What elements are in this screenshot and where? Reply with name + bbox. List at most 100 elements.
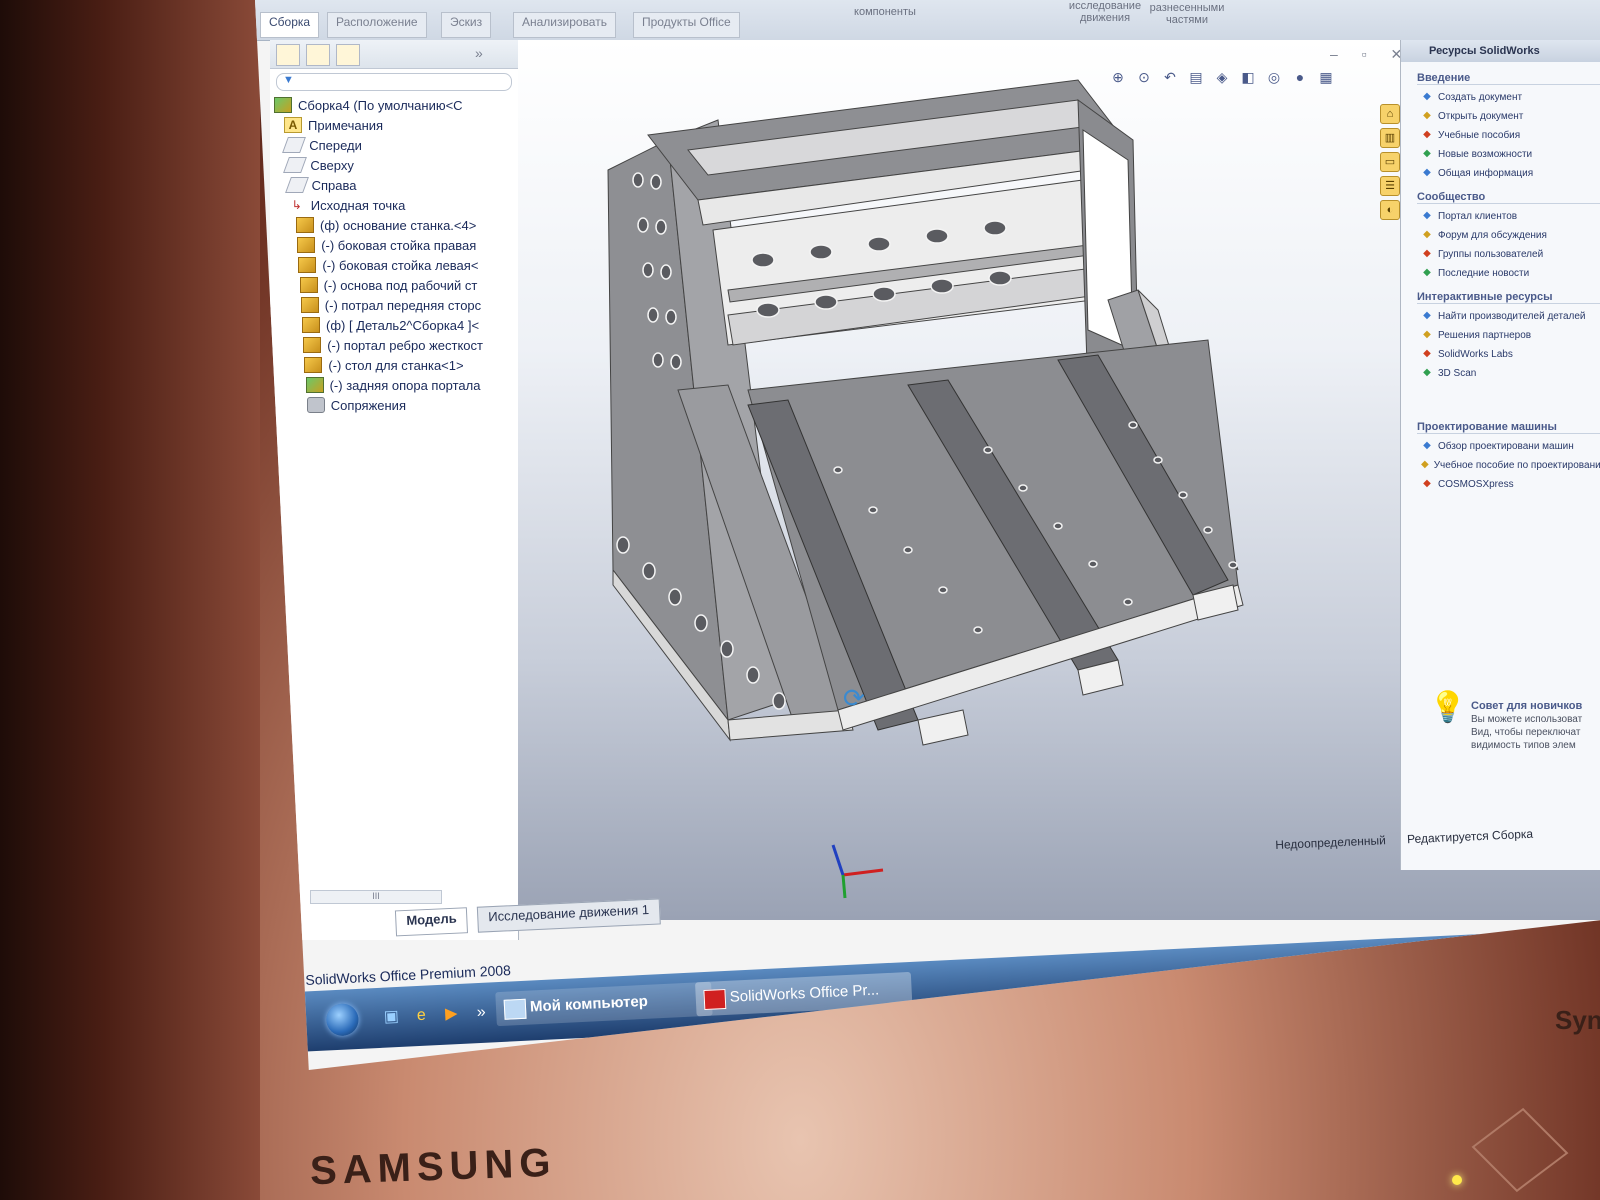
task-pane-link-label: Создать документ (1438, 91, 1523, 103)
bolt-hole (809, 244, 833, 260)
tree-item[interactable]: Спереди (270, 135, 518, 155)
task-pane-link[interactable]: ◆ 3D Scan (1421, 365, 1600, 381)
task-pane-link[interactable]: ◆ Создать документ (1421, 89, 1600, 105)
task-pane-link[interactable]: ◆ Учебное пособие по проектированию ма (1421, 457, 1600, 473)
plane-icon (284, 177, 309, 193)
bolt-hole (650, 174, 662, 190)
tree-item-label: (-) боковая стойка левая< (322, 257, 479, 273)
bolt-hole (756, 302, 780, 318)
home-icon[interactable]: ⌂ (1380, 104, 1400, 124)
tab-model[interactable]: Модель (394, 907, 469, 937)
labs-icon: ◆ (1423, 348, 1431, 359)
tree-horizontal-scrollbar[interactable]: III (310, 890, 442, 904)
appearances-icon[interactable]: ◐ (1380, 200, 1400, 220)
task-pane-link[interactable]: ◆ Обзор проектировани машин (1421, 438, 1600, 454)
bolt-hole (1088, 560, 1098, 568)
triad-axes-icon (831, 844, 884, 899)
tab-office-products[interactable]: Продукты Office (633, 12, 740, 38)
task-pane-link[interactable]: ◆ COSMOSXpress (1421, 476, 1600, 492)
task-pane-section-title[interactable]: Введение (1417, 72, 1600, 85)
bolt-hole (637, 217, 649, 233)
tree-filter-input[interactable]: ▼ (276, 73, 512, 91)
rotate-view-icon[interactable]: ⟳ (843, 683, 865, 714)
task-pane-section-title[interactable]: Интерактивные ресурсы (1417, 291, 1600, 304)
search-icon: ◆ (1423, 310, 1431, 321)
tip-text: Вы можете использоват Вид, чтобы переклю… (1471, 714, 1583, 751)
tutorial-icon: ◆ (1423, 129, 1431, 140)
bolt-hole (642, 562, 656, 580)
tree-root-assembly[interactable]: Сборка4 (По умолчанию<С (270, 95, 518, 115)
tree-item[interactable]: (-) задняя опора портала (270, 375, 518, 395)
tab-evaluate[interactable]: Анализировать (513, 12, 616, 38)
tree-item-label: (-) основа под рабочий ст (323, 277, 478, 293)
tree-item[interactable]: (-) боковая стойка правая (270, 235, 518, 255)
tree-item-label: (-) боковая стойка правая (321, 237, 477, 253)
tree-item-label: (-) стол для станка<1> (328, 357, 464, 373)
task-pane-link[interactable]: ◆ Портал клиентов (1421, 208, 1600, 224)
tree-item[interactable]: Справа (270, 175, 518, 195)
tree-item[interactable]: Сверху (270, 155, 518, 175)
folder-icon: ◆ (1423, 110, 1431, 121)
plane-icon (282, 137, 307, 153)
tree-item[interactable]: (ф) [ Деталь2^Сборка4 ]< (270, 315, 518, 335)
tree-item[interactable]: (ф) основание станка.<4> (270, 215, 518, 235)
task-pane-link[interactable]: ◆ Форум для обсуждения (1421, 227, 1600, 243)
rail-end-1 (917, 709, 969, 746)
task-pane-link[interactable]: ◆ Открыть документ (1421, 108, 1600, 124)
tab-sketch[interactable]: Эскиз (441, 12, 492, 38)
tree-item[interactable]: A Примечания (270, 115, 518, 135)
tree-item[interactable]: Сопряжения (270, 395, 518, 415)
task-pane-link[interactable]: ◆ SolidWorks Labs (1421, 346, 1600, 362)
tree-item[interactable]: (-) стол для станка<1> (270, 355, 518, 375)
feature-manager-tab-icon[interactable] (276, 44, 300, 66)
file-explorer-icon[interactable]: ▭ (1380, 152, 1400, 172)
expand-chevron-icon[interactable]: » (475, 45, 483, 61)
bolt-hole (1178, 491, 1188, 499)
tree-item-label: (-) задняя опора портала (329, 377, 481, 393)
task-pane-link[interactable]: ◆ Последние новости (1421, 265, 1600, 281)
tab-layout[interactable]: Расположение (327, 12, 427, 38)
bolt-hole (670, 354, 682, 370)
property-manager-tab-icon[interactable] (306, 44, 330, 66)
monitor-brand-right: Syn (1555, 1005, 1600, 1035)
task-pane-section-title[interactable]: Проектирование машины (1417, 421, 1600, 434)
tree-item[interactable]: (-) основа под рабочий ст (270, 275, 518, 295)
bolt-hole (746, 666, 760, 684)
ribbon-label-motion-study[interactable]: исследование движения (1065, 0, 1145, 24)
start-button[interactable] (325, 1002, 360, 1037)
bolt-hole (1203, 526, 1213, 534)
bolt-hole (867, 236, 891, 252)
part-icon (297, 237, 316, 253)
task-pane-section-title[interactable]: Сообщество (1417, 191, 1600, 204)
configuration-manager-tab-icon[interactable] (336, 44, 360, 66)
show-desktop-icon[interactable]: ▣ (381, 1007, 402, 1028)
partners-icon: ◆ (1423, 329, 1431, 340)
tree-item[interactable]: (-) потрал передняя сторс (270, 295, 518, 315)
taskbar-my-computer[interactable]: Мой компьютер (495, 981, 713, 1027)
task-pane-link-label: 3D Scan (1438, 367, 1477, 379)
part-icon (299, 277, 318, 293)
ribbon-label-exploded[interactable]: разнесенными частями (1147, 2, 1227, 26)
internet-explorer-icon[interactable]: e (411, 1005, 432, 1026)
computer-icon (503, 998, 527, 1020)
task-pane-link[interactable]: ◆ Группы пользователей (1421, 246, 1600, 262)
quick-launch-more-icon[interactable]: » (471, 1002, 492, 1023)
task-pane-link[interactable]: ◆ Найти производителей деталей (1421, 308, 1600, 324)
bolt-hole (694, 614, 708, 632)
media-player-icon[interactable]: ▶ (441, 1004, 462, 1025)
bolt-hole (660, 264, 672, 280)
task-pane-link[interactable]: ◆ Учебные пособия (1421, 127, 1600, 143)
tree-item-label: (ф) [ Деталь2^Сборка4 ]< (326, 317, 480, 333)
tree-item[interactable]: (-) портал ребро жесткост (270, 335, 518, 355)
task-pane-link[interactable]: ◆ Решения партнеров (1421, 327, 1600, 343)
task-pane-link[interactable]: ◆ Новые возможности (1421, 146, 1600, 162)
tree-item[interactable]: (-) боковая стойка левая< (270, 255, 518, 275)
ribbon-label-components[interactable]: компоненты (845, 6, 925, 18)
task-pane-link-label: Обзор проектировани машин (1438, 440, 1574, 452)
bolt-hole (1153, 456, 1163, 464)
tab-assembly[interactable]: Сборка (260, 12, 320, 38)
tree-item[interactable]: ↳ Исходная точка (270, 195, 518, 215)
task-pane-link[interactable]: ◆ Общая информация (1421, 165, 1600, 181)
view-palette-icon[interactable]: ☰ (1380, 176, 1400, 196)
design-library-icon[interactable]: ▥ (1380, 128, 1400, 148)
